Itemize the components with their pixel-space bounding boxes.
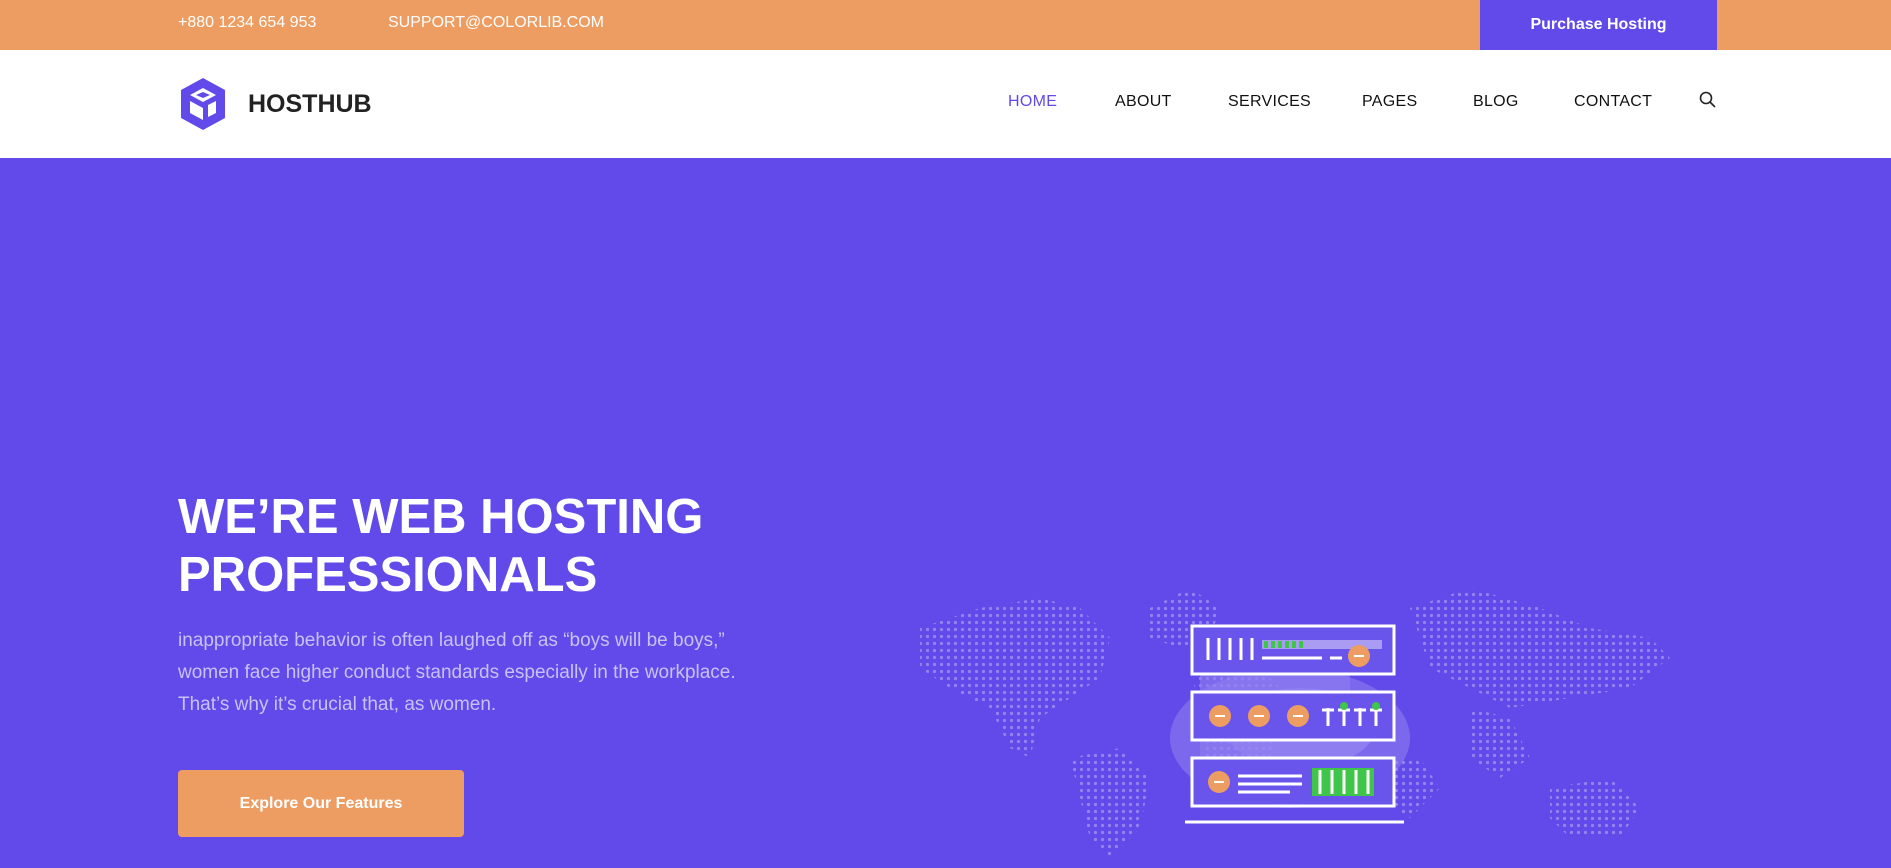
hero-section: WE’RE WEB HOSTING PROFESSIONALS inapprop…	[0, 158, 1891, 868]
hero-title: WE’RE WEB HOSTING PROFESSIONALS	[178, 488, 878, 604]
hero-title-line2: PROFESSIONALS	[178, 548, 598, 602]
nav-blog[interactable]: BLOG	[1473, 93, 1519, 111]
main-navbar: HOSTHUB HOME ABOUT SERVICES PAGES BLOG C…	[0, 50, 1891, 158]
nav-services[interactable]: SERVICES	[1228, 93, 1311, 111]
purchase-hosting-button[interactable]: Purchase Hosting	[1480, 0, 1717, 50]
top-bar: +880 1234 654 953 SUPPORT@COLORLIB.COM P…	[0, 0, 1891, 50]
hero-title-line1: WE’RE WEB HOSTING	[178, 490, 704, 544]
nav-contact[interactable]: CONTACT	[1574, 93, 1652, 111]
nav-pages[interactable]: PAGES	[1362, 93, 1417, 111]
nav-about[interactable]: ABOUT	[1115, 93, 1172, 111]
logo[interactable]: HOSTHUB	[178, 76, 372, 132]
explore-features-button[interactable]: Explore Our Features	[178, 770, 464, 837]
nav-home[interactable]: HOME	[1008, 93, 1057, 111]
logo-text: HOSTHUB	[248, 89, 372, 118]
hero-text: inappropriate behavior is often laughed …	[178, 630, 736, 715]
server-world-map-illustration	[920, 588, 1670, 858]
logo-icon	[181, 78, 225, 130]
search-icon[interactable]	[1698, 90, 1718, 110]
phone-link[interactable]: +880 1234 654 953	[178, 14, 316, 32]
email-link[interactable]: SUPPORT@COLORLIB.COM	[388, 14, 604, 32]
